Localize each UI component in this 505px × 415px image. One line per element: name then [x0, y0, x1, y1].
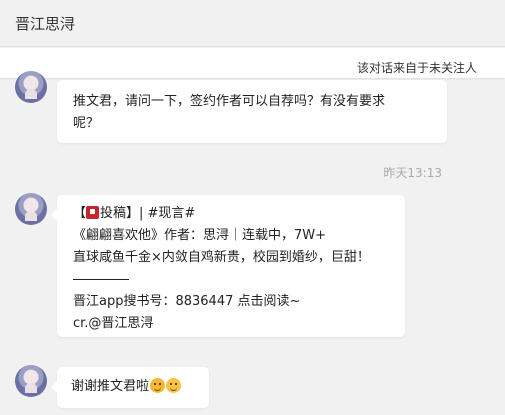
avatar[interactable] [15, 193, 47, 225]
message-bubble: 推文君，请问一下，签约作者可以自荐吗？有没有要求 呢？ [57, 80, 447, 143]
message-bubble: 【投稿】| #现言# 《翩翩喜欢他》作者：思浔｜连载中，7W+ 直球咸鱼千金×内… [51, 195, 405, 337]
message-line: 直球咸鱼千金×内敛自鸡新贵，校园到婚纱，巨甜！ [73, 250, 370, 265]
message-line: cr.@晋江思浔 [73, 316, 154, 331]
red-tag-icon [86, 206, 100, 219]
message-bubble: 谢谢推文君啦 [51, 367, 209, 408]
message-line: 推文君，请问一下，签约作者可以自荐吗？有没有要求 [73, 94, 386, 109]
surprised-face-emoji [150, 378, 166, 393]
avatar[interactable] [15, 365, 47, 397]
grinning-face-emoji [166, 378, 182, 393]
notice-text: 该对话来自于未关注人 [356, 61, 477, 75]
message-line: 《翩翩喜欢他》作者：思浔｜连载中，7W+ [73, 228, 327, 243]
avatar[interactable] [15, 71, 47, 103]
bracket-text: 【 [73, 206, 87, 221]
divider-line [73, 279, 129, 280]
tag-text: 投稿】| #现言# [100, 206, 196, 221]
message-text: 谢谢推文君啦 [71, 379, 150, 394]
unfollowed-notice-bar: 该对话来自于未关注人 [0, 48, 505, 78]
message-timestamp: 昨天13:13 [383, 166, 442, 180]
message-line: 晋江app搜书号：8836447 点击阅读~ [73, 294, 301, 309]
message-line: 呢？ [73, 116, 100, 131]
chat-title: 晋江思浔 [15, 15, 76, 33]
message-line: 【投稿】| #现言# [73, 203, 391, 225]
chat-header: 晋江思浔 [0, 0, 505, 47]
message-divider [73, 269, 391, 291]
